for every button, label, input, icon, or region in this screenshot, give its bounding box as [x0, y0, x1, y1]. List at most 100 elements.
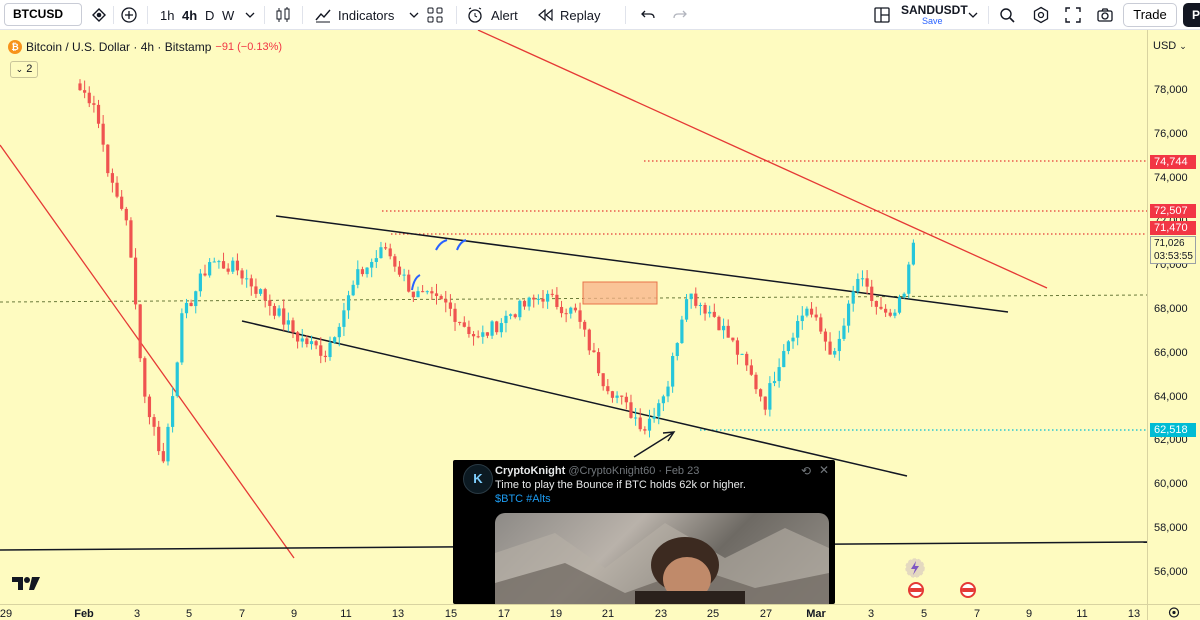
tweet-image[interactable]: [495, 513, 829, 604]
indicators-button[interactable]: Indicators: [314, 0, 420, 30]
interval-w[interactable]: W: [222, 0, 234, 30]
layout-save-label[interactable]: Save: [922, 16, 943, 26]
candle-body: [809, 308, 814, 315]
candle-body: [110, 173, 115, 183]
candle-body: [175, 362, 179, 397]
undo-icon[interactable]: [640, 0, 656, 30]
candle-body: [282, 308, 286, 325]
candle-body: [309, 341, 314, 345]
chevron-down-icon: [409, 12, 419, 18]
candle-body: [203, 273, 207, 276]
currency-selector[interactable]: USD ⌄: [1153, 40, 1187, 52]
top-mark-1: [411, 274, 421, 291]
candle-body: [518, 300, 522, 318]
candle-body: [189, 302, 193, 307]
chart-pane[interactable]: ₿ Bitcoin / U.S. Dollar · 4h · Bitstamp …: [0, 30, 1147, 604]
candle-body: [703, 305, 707, 314]
candle-body: [610, 391, 615, 398]
chevron-down-icon: ⌄: [15, 64, 24, 74]
layout-name[interactable]: SANDUSDT: [901, 3, 968, 17]
price-tick: 66,000: [1154, 346, 1188, 359]
candle-body: [458, 321, 462, 323]
quick-search-icon[interactable]: [998, 0, 1016, 30]
candle-body: [740, 353, 744, 355]
candles-chart-type-icon[interactable]: [274, 0, 292, 30]
embedded-tweet-card[interactable]: K CryptoKnight @CryptoKnight60 · Feb 23 …: [453, 460, 835, 604]
trade-button[interactable]: Trade: [1123, 3, 1177, 27]
time-tick: 7: [973, 608, 981, 620]
candle-body: [675, 343, 679, 357]
candle-body: [615, 395, 619, 398]
candle-body: [96, 104, 101, 124]
favorite-icon[interactable]: [90, 0, 108, 30]
fullscreen-icon[interactable]: [1064, 0, 1082, 30]
time-tick: 11: [340, 608, 352, 620]
candle-body: [360, 269, 365, 275]
user-avatar[interactable]: P: [1183, 3, 1200, 27]
time-tick: 7: [238, 608, 246, 620]
candle-body: [726, 325, 730, 338]
candle-body: [333, 337, 337, 343]
interval-dropdown-icon[interactable]: [244, 0, 256, 30]
candle-body: [759, 389, 763, 397]
candle-body: [161, 451, 165, 462]
layouts-grid-icon[interactable]: [426, 0, 444, 30]
indicators-collapse-toggle[interactable]: ⌄ 2: [10, 61, 38, 78]
candle-body: [819, 317, 823, 332]
tweet-hashtags[interactable]: $BTC #Alts: [495, 493, 551, 505]
candle-body: [559, 306, 564, 314]
candle-body: [476, 336, 480, 338]
replay-button[interactable]: Replay: [536, 0, 600, 30]
axis-corner[interactable]: [1147, 604, 1200, 620]
candle-body: [717, 316, 721, 331]
price-tick: 76,000: [1154, 127, 1188, 140]
close-icon[interactable]: ✕: [819, 463, 829, 477]
candle-body: [101, 123, 105, 145]
interval-4h[interactable]: 4h: [182, 0, 197, 30]
time-tick: 21: [601, 608, 615, 620]
candle-body: [416, 291, 420, 298]
time-tick: 9: [1025, 608, 1033, 620]
candle-body: [721, 325, 726, 331]
price-axis[interactable]: USD ⌄: [1147, 30, 1200, 604]
candle-body: [536, 298, 540, 300]
candle-body: [527, 297, 531, 307]
candle-body: [893, 312, 897, 316]
candle-body: [240, 270, 244, 279]
symbol-search-input[interactable]: BTCUSD: [4, 3, 82, 26]
candle-body: [532, 297, 536, 300]
chevron-down-icon[interactable]: [967, 0, 979, 30]
redo-icon[interactable]: [672, 0, 688, 30]
indicator-count: 2: [26, 63, 33, 75]
candle-body: [198, 273, 202, 292]
interval-d[interactable]: D: [205, 0, 214, 30]
candle-body: [448, 302, 452, 309]
candle-body: [546, 293, 550, 302]
time-tick: 19: [549, 608, 563, 620]
candle-body: [425, 291, 429, 293]
tradingview-logo[interactable]: [12, 575, 42, 596]
candle-body: [749, 365, 753, 375]
grok-icon[interactable]: ⟲: [801, 464, 811, 478]
layout-icon[interactable]: [873, 0, 891, 30]
settings-gear-icon[interactable]: [1032, 0, 1050, 30]
rewind-icon: [538, 8, 553, 22]
candles-layer: [78, 79, 915, 466]
interval-1h[interactable]: 1h: [160, 0, 174, 30]
camera-snapshot-icon[interactable]: [1096, 0, 1114, 30]
candle-body: [78, 83, 82, 91]
candle-body: [485, 332, 490, 336]
candle-body: [643, 429, 647, 431]
candle-body: [495, 321, 499, 333]
events-lightning-icon[interactable]: [904, 557, 926, 584]
series-legend[interactable]: ₿ Bitcoin / U.S. Dollar · 4h · Bitstamp …: [8, 40, 282, 54]
candle-body: [522, 300, 527, 307]
economic-event-flag-icon[interactable]: [908, 582, 924, 598]
alarm-clock-icon: [468, 7, 482, 23]
economic-event-flag-icon[interactable]: [960, 582, 976, 598]
candle-body: [504, 315, 508, 324]
candle-body: [712, 311, 716, 317]
compare-symbol-icon[interactable]: [120, 0, 138, 30]
candle-body: [194, 291, 198, 307]
alert-button[interactable]: Alert: [466, 0, 518, 30]
